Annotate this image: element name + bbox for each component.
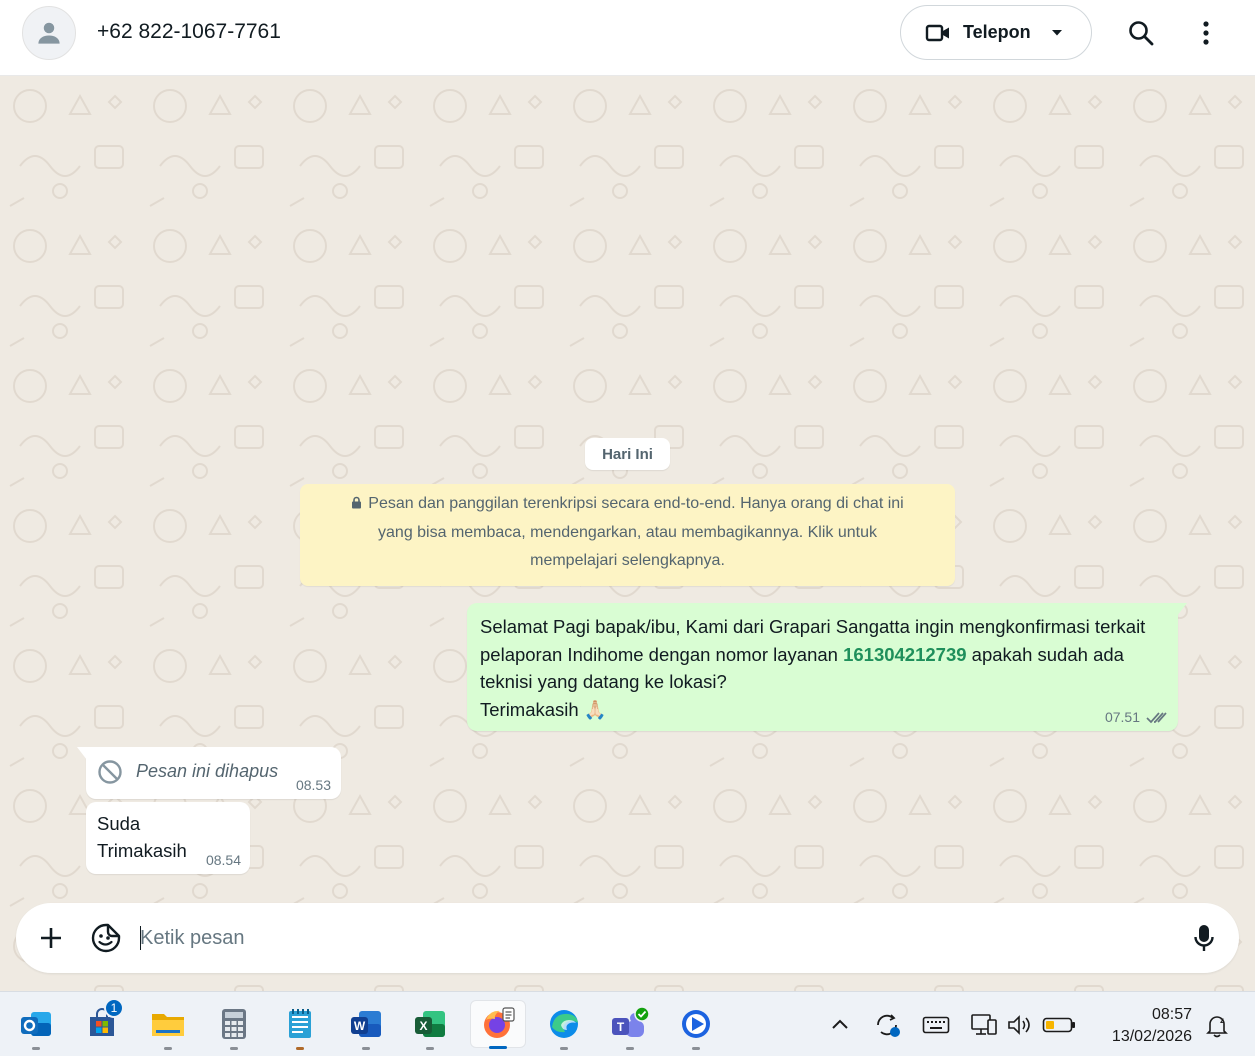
svg-text:W: W <box>354 1019 366 1033</box>
chevron-down-icon <box>1051 29 1062 35</box>
blocked-icon <box>98 760 122 784</box>
notification-badge: 1 <box>104 998 124 1018</box>
message-input[interactable] <box>140 920 1160 956</box>
running-indicator <box>626 1047 634 1050</box>
message-text: Selamat Pagi bapak/ibu, Kami dari Grapar… <box>480 616 1151 720</box>
edge-icon <box>550 1010 578 1038</box>
running-indicator <box>296 1047 304 1050</box>
call-button-label: Telepon <box>963 22 1031 42</box>
call-button[interactable]: Telepon <box>900 5 1092 60</box>
text-cursor <box>140 926 141 950</box>
battery-icon[interactable] <box>1042 1017 1076 1033</box>
message-time: 08.54 <box>205 852 241 868</box>
calculator-icon <box>222 1009 246 1039</box>
notification-icon[interactable]: z <box>1206 1014 1228 1038</box>
media-player-app[interactable] <box>672 1000 720 1050</box>
microphone-icon[interactable] <box>1193 923 1215 953</box>
running-indicator <box>230 1047 238 1050</box>
network-icon[interactable] <box>970 1012 998 1038</box>
word-icon: W <box>351 1011 381 1037</box>
running-indicator <box>164 1047 172 1050</box>
contact-name[interactable]: +62 822-1067-7761 <box>97 20 281 44</box>
bubble-tail <box>1177 603 1187 616</box>
sticker-icon[interactable] <box>90 922 122 954</box>
contact-avatar[interactable] <box>22 6 76 60</box>
excel-icon: X <box>415 1011 445 1037</box>
keyboard-icon[interactable] <box>922 1016 950 1034</box>
message-meta: 07.51 <box>1105 709 1168 725</box>
clock-date: 13/02/2026 <box>1111 1028 1192 1045</box>
deleted-message-text: Pesan ini dihapus <box>136 761 279 781</box>
word-app[interactable]: W <box>342 1000 390 1050</box>
service-number-link[interactable]: 161304212739 <box>843 644 966 665</box>
search-icon[interactable] <box>1127 19 1155 47</box>
running-indicator <box>362 1047 370 1050</box>
system-clock[interactable]: 08:57 13/02/2026 <box>1096 1004 1192 1048</box>
video-camera-icon <box>925 24 949 41</box>
running-indicator <box>560 1047 568 1050</box>
active-indicator <box>489 1046 507 1049</box>
teams-app[interactable]: T <box>606 1000 654 1050</box>
edge-app[interactable] <box>540 1000 588 1050</box>
volume-icon[interactable] <box>1006 1014 1032 1036</box>
encryption-notice[interactable]: Pesan dan panggilan terenkripsi secara e… <box>300 484 955 586</box>
message-composer <box>16 903 1239 973</box>
running-indicator <box>692 1047 700 1050</box>
calculator-app[interactable] <box>210 1000 258 1050</box>
double-check-icon <box>1146 711 1167 723</box>
notepad-icon <box>289 1009 311 1038</box>
clock-time: 08:57 <box>1151 1006 1192 1023</box>
taskbar: 1 W X T 08:57 13/02/2026 z <box>0 991 1255 1056</box>
firefox-icon <box>484 1007 515 1038</box>
teams-icon: T <box>612 1007 650 1037</box>
incoming-message[interactable]: Suda Trimakasih 08.54 <box>86 802 250 874</box>
file-explorer-app[interactable] <box>144 1000 192 1050</box>
media-player-icon <box>682 1010 710 1038</box>
lock-icon <box>352 496 362 509</box>
running-indicator <box>426 1047 434 1050</box>
chat-area[interactable]: Hari Ini Pesan dan panggilan terenkripsi… <box>0 76 1255 991</box>
encryption-notice-text: Pesan dan panggilan terenkripsi secara e… <box>368 495 904 569</box>
sync-icon[interactable] <box>874 1012 902 1038</box>
date-divider: Hari Ini <box>585 438 670 470</box>
chat-header: +62 822-1067-7761 Telepon <box>0 0 1255 76</box>
person-icon <box>38 22 60 44</box>
excel-app[interactable]: X <box>406 1000 454 1050</box>
deleted-message[interactable]: Pesan ini dihapus 08.53 <box>77 747 341 799</box>
plus-icon[interactable] <box>38 925 64 951</box>
outgoing-message[interactable]: Selamat Pagi bapak/ibu, Kami dari Grapar… <box>467 603 1187 731</box>
outlook-icon <box>21 1012 51 1036</box>
chevron-up-icon[interactable] <box>831 1018 849 1030</box>
message-time: 08.53 <box>295 777 331 793</box>
notepad-app[interactable] <box>276 1000 324 1050</box>
bubble-tail <box>77 747 87 760</box>
svg-text:T: T <box>617 1020 625 1034</box>
message-time: 07.51 <box>1104 709 1140 725</box>
svg-text:z: z <box>1220 1016 1224 1025</box>
outlook-app[interactable] <box>12 1000 60 1050</box>
svg-text:X: X <box>419 1019 427 1033</box>
folder-icon <box>152 1014 184 1036</box>
firefox-app[interactable] <box>470 1000 526 1049</box>
running-indicator <box>32 1047 40 1050</box>
more-vertical-icon[interactable] <box>1196 18 1216 48</box>
microsoft-store-app[interactable]: 1 <box>78 998 126 1048</box>
